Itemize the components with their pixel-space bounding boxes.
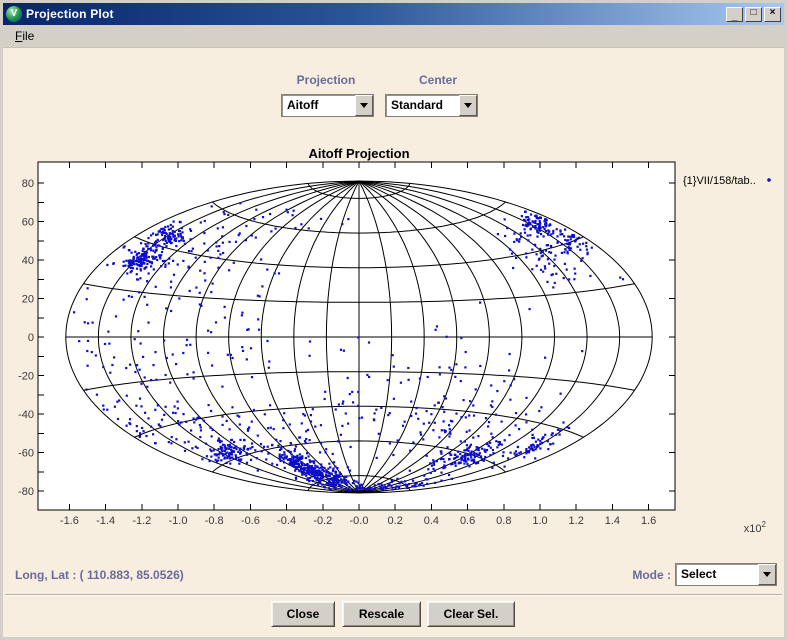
menu-file[interactable]: File — [10, 27, 39, 45]
svg-text:-1.6: -1.6 — [60, 515, 79, 527]
separator — [5, 594, 782, 596]
plot-frame — [38, 162, 675, 510]
window-title: Projection Plot — [26, 7, 726, 21]
svg-text:-1.0: -1.0 — [169, 515, 188, 527]
legend-series-label: {1}VII/158/tab.. — [683, 175, 756, 187]
close-button[interactable]: Close — [271, 601, 335, 627]
svg-text:80: 80 — [22, 178, 34, 190]
minimize-icon: _ — [732, 12, 738, 22]
svg-text:-0.8: -0.8 — [205, 515, 224, 527]
svg-text:-0.2: -0.2 — [313, 515, 332, 527]
svg-text:1.4: 1.4 — [605, 515, 620, 527]
maximize-icon: □ — [750, 8, 756, 18]
svg-text:-80: -80 — [18, 486, 34, 498]
app-logo-icon: V — [6, 6, 22, 22]
close-window-button[interactable]: × — [764, 7, 781, 22]
minimize-button[interactable]: _ — [726, 7, 743, 22]
rescale-button[interactable]: Rescale — [342, 601, 421, 627]
legend: {1}VII/158/tab.. — [683, 175, 771, 187]
svg-text:0.4: 0.4 — [424, 515, 439, 527]
svg-text:-60: -60 — [18, 448, 34, 460]
svg-text:-1.4: -1.4 — [96, 515, 115, 527]
x-axis-exponent-label: x102 — [744, 520, 767, 535]
center-label: Center — [392, 73, 484, 87]
menu-bar: File — [3, 25, 784, 48]
projection-dropdown-button[interactable] — [355, 95, 373, 116]
mode-select-value: Select — [676, 564, 758, 585]
chevron-down-icon — [360, 103, 368, 108]
projection-select[interactable]: Aitoff — [281, 94, 374, 117]
mode-dropdown-button[interactable] — [758, 564, 776, 585]
svg-text:1.2: 1.2 — [569, 515, 584, 527]
svg-text:-0.4: -0.4 — [277, 515, 296, 527]
svg-text:-0.6: -0.6 — [241, 515, 260, 527]
svg-text:-20: -20 — [18, 371, 34, 383]
clear-selection-button[interactable]: Clear Sel. — [427, 601, 515, 627]
center-dropdown-button[interactable] — [459, 95, 477, 116]
svg-text:-1.2: -1.2 — [132, 515, 151, 527]
title-bar[interactable]: V Projection Plot _ □ × — [3, 3, 784, 25]
svg-text:0: 0 — [28, 332, 34, 344]
svg-text:-40: -40 — [18, 409, 34, 421]
svg-text:1.0: 1.0 — [532, 515, 547, 527]
svg-text:0.6: 0.6 — [460, 515, 475, 527]
chevron-down-icon — [464, 103, 472, 108]
svg-text:60: 60 — [22, 217, 34, 229]
svg-text:0.2: 0.2 — [388, 515, 403, 527]
mode-select[interactable]: Select — [675, 563, 777, 586]
svg-text:40: 40 — [22, 255, 34, 267]
svg-text:-0.0: -0.0 — [350, 515, 369, 527]
chevron-down-icon — [763, 572, 771, 577]
legend-marker-icon — [767, 178, 771, 182]
projection-plot-window: V Projection Plot _ □ × File Projection … — [0, 0, 787, 640]
svg-text:1.6: 1.6 — [641, 515, 656, 527]
projection-select-value: Aitoff — [282, 95, 355, 116]
close-icon: × — [770, 8, 776, 18]
mode-label: Mode : — [621, 568, 671, 582]
cursor-coordinates-readout: Long, Lat : ( 110.883, 85.0526) — [15, 568, 184, 582]
center-select-value: Standard — [386, 95, 459, 116]
svg-text:20: 20 — [22, 294, 34, 306]
aitoff-projection-plot[interactable]: Aitoff Projection -1.6 -1.4 -1.2 -1.0 -0.8 -0.… — [3, 140, 787, 548]
plot-title: Aitoff Projection — [308, 146, 409, 161]
maximize-button[interactable]: □ — [745, 7, 762, 22]
center-select[interactable]: Standard — [385, 94, 478, 117]
svg-text:0.8: 0.8 — [496, 515, 511, 527]
projection-label: Projection — [280, 73, 372, 87]
